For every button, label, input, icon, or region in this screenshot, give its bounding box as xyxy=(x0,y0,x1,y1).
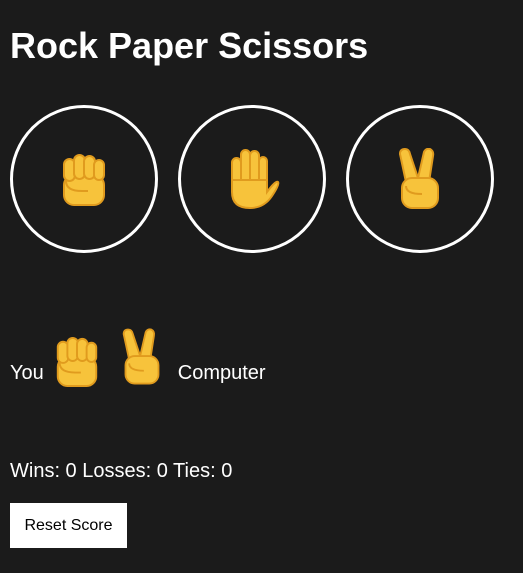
raised-fist-icon xyxy=(58,151,110,207)
computer-label: Computer xyxy=(177,362,266,384)
computer-move-scissors-icon xyxy=(120,326,164,388)
you-label: You xyxy=(10,362,44,384)
reset-score-button[interactable]: Reset Score xyxy=(10,503,127,548)
result-row: You Computer xyxy=(10,318,266,388)
player-move-rock-icon xyxy=(52,334,102,388)
move-choices xyxy=(10,105,494,253)
game-page: Rock Paper Scissors You Computer Wins: 0… xyxy=(0,0,523,573)
victory-hand-icon xyxy=(396,148,444,210)
result-hands xyxy=(52,326,164,388)
score-text: Wins: 0 Losses: 0 Ties: 0 xyxy=(10,460,233,482)
scissors-button[interactable] xyxy=(346,105,494,253)
rock-button[interactable] xyxy=(10,105,158,253)
raised-hand-icon xyxy=(224,148,280,210)
paper-button[interactable] xyxy=(178,105,326,253)
page-title: Rock Paper Scissors xyxy=(10,25,369,66)
